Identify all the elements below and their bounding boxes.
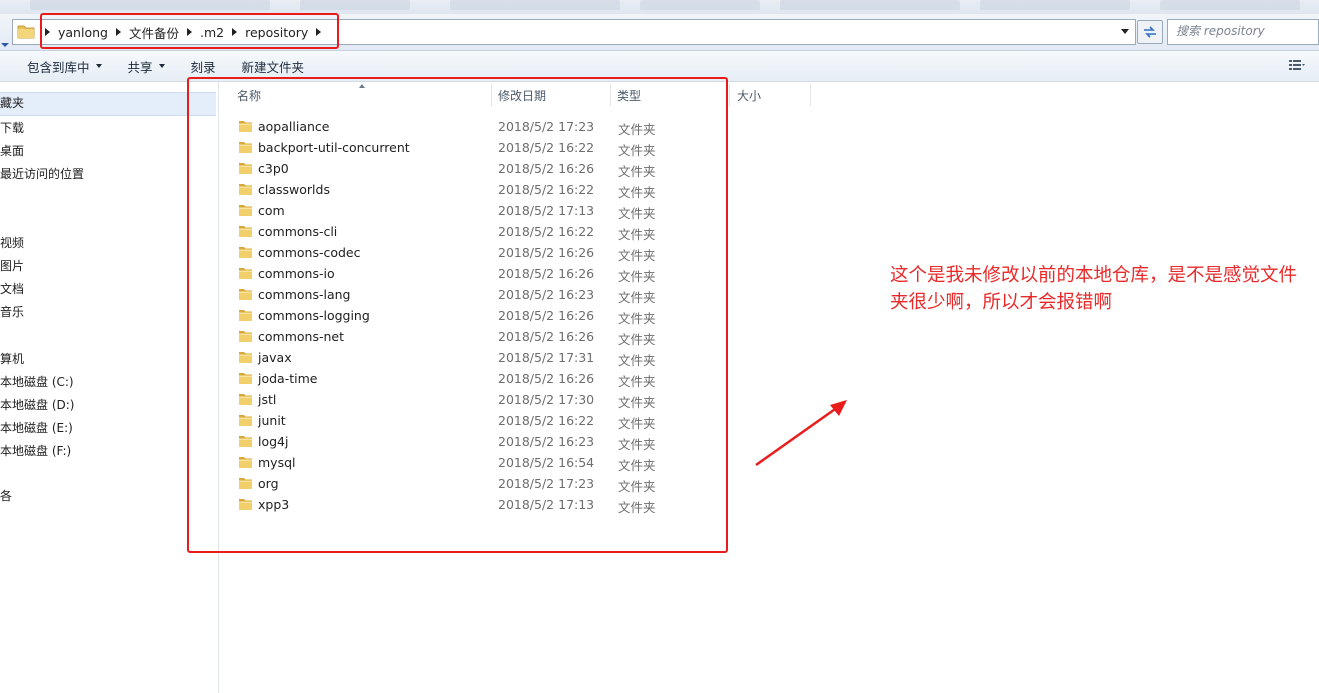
address-history-dropdown-icon[interactable] [1121, 29, 1129, 34]
sidebar-item-network[interactable]: 各 [0, 487, 12, 504]
file-list-highlight-box [187, 77, 728, 553]
nav-dropdown-icon[interactable] [0, 40, 10, 50]
sidebar-item-desktop[interactable]: 桌面 [0, 142, 24, 159]
column-divider[interactable] [810, 84, 811, 106]
sidebar-item-computer[interactable]: 算机 [0, 350, 24, 367]
refresh-icon [1144, 26, 1156, 38]
sidebar-item-label: 桌面 [0, 144, 25, 158]
view-options-icon[interactable] [1289, 59, 1305, 71]
column-header-label: 大小 [737, 88, 762, 103]
chevron-down-icon [95, 64, 102, 68]
sidebar-item-label: 算机 [0, 352, 25, 366]
annotation-arrow-icon [755, 400, 847, 467]
sidebar-item-downloads[interactable]: 下载 [0, 119, 24, 136]
sidebar-item-favorites[interactable]: 藏夹 [0, 92, 216, 116]
chevron-down-icon [158, 64, 165, 68]
search-box[interactable] [1167, 19, 1319, 45]
sidebar-item-documents[interactable]: 文档 [0, 280, 24, 297]
share-button[interactable]: 共享 [115, 57, 178, 76]
sidebar-item-drive-f[interactable]: 本地磁盘 (F:) [0, 442, 71, 459]
sidebar-item-label: 下载 [0, 121, 25, 135]
new-folder-button[interactable]: 新建文件夹 [229, 57, 318, 76]
sidebar-item-label: 各 [0, 489, 13, 503]
sidebar-item-label: 藏夹 [0, 96, 25, 110]
column-header-size[interactable]: 大小 [737, 82, 807, 108]
include-in-library-button[interactable]: 包含到库中 [0, 57, 115, 76]
sidebar-item-label: 本地磁盘 (F:) [0, 444, 72, 458]
toolbar-button-label: 共享 [127, 59, 153, 75]
sidebar-item-videos[interactable]: 视频 [0, 234, 24, 251]
sidebar-item-recent-places[interactable]: 最近访问的位置 [0, 165, 84, 182]
title-strip [0, 0, 1319, 14]
column-divider[interactable] [729, 84, 730, 106]
breadcrumb-highlight-box [40, 13, 339, 49]
refresh-button[interactable] [1137, 20, 1163, 44]
folder-icon [17, 25, 35, 39]
toolbar-button-label: 新建文件夹 [241, 59, 305, 75]
sidebar-item-label: 视频 [0, 236, 25, 250]
sidebar-item-pictures[interactable]: 图片 [0, 257, 24, 274]
sidebar-item-label: 最近访问的位置 [0, 167, 85, 181]
sidebar-item-music[interactable]: 音乐 [0, 303, 24, 320]
annotation-text: 这个是我未修改以前的本地仓库，是不是感觉文件夹很少啊，所以才会报错啊 [890, 265, 1298, 313]
sidebar-item-label: 本地磁盘 (C:) [0, 375, 74, 389]
search-input[interactable] [1168, 20, 1318, 42]
sidebar-item-label: 图片 [0, 259, 25, 273]
sidebar-item-label: 本地磁盘 (E:) [0, 421, 73, 435]
burn-button[interactable]: 刻录 [178, 57, 229, 76]
toolbar-button-label: 刻录 [190, 59, 216, 75]
toolbar-button-label: 包含到库中 [27, 59, 90, 75]
sidebar-item-drive-e[interactable]: 本地磁盘 (E:) [0, 419, 73, 436]
sidebar-item-label: 文档 [0, 282, 25, 296]
sidebar-item-label: 本地磁盘 (D:) [0, 398, 75, 412]
sidebar-item-drive-c[interactable]: 本地磁盘 (C:) [0, 373, 74, 390]
sidebar-item-drive-d[interactable]: 本地磁盘 (D:) [0, 396, 74, 413]
sidebar-item-label: 音乐 [0, 305, 25, 319]
